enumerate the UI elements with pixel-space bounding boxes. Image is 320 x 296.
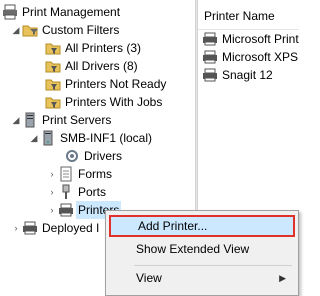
list-item[interactable]: Microsoft XPS I <box>202 48 299 66</box>
menu-separator <box>134 265 292 266</box>
tree-node-drivers[interactable]: Drivers <box>64 147 122 165</box>
list-item[interactable]: Microsoft Print <box>202 30 299 48</box>
drivers-icon <box>64 148 80 164</box>
tree-node-print-servers[interactable]: ◢ Print Servers <box>10 111 111 129</box>
menu-item-label: Show Extended View <box>136 242 250 256</box>
tree-node-printers-not-ready[interactable]: Printers Not Ready <box>45 75 166 93</box>
menu-item-view[interactable]: View ▶ <box>106 267 298 289</box>
expand-arrow-icon[interactable]: › <box>46 183 58 201</box>
collapse-arrow-icon[interactable]: ◢ <box>10 21 22 39</box>
printer-icon <box>58 202 74 218</box>
submenu-arrow-icon: ▶ <box>279 272 286 283</box>
tree-node-printers-with-jobs[interactable]: Printers With Jobs <box>45 93 162 111</box>
tree-node-label: SMB-INF1 (local) <box>60 131 153 145</box>
tree-node-label: Print Servers <box>42 113 112 127</box>
filter-folder-icon <box>45 94 61 110</box>
folder-filter-icon <box>22 22 38 38</box>
filter-folder-icon <box>45 58 61 74</box>
collapse-arrow-icon[interactable]: ◢ <box>10 111 22 129</box>
collapse-arrow-icon[interactable]: ◢ <box>28 129 40 147</box>
list-item[interactable]: Snagit 12 <box>202 66 273 84</box>
tree-node-label: Deployed I <box>42 221 100 235</box>
tree-node-label: Print Management <box>22 5 121 19</box>
filter-folder-icon <box>45 76 61 92</box>
tree-node-forms[interactable]: › Forms <box>46 165 112 183</box>
filter-folder-icon <box>45 40 61 56</box>
context-menu: Add Printer... Show Extended View View ▶ <box>105 210 299 296</box>
menu-item-label: View <box>136 271 162 285</box>
tree-node-custom-filters[interactable]: ◢ Custom Filters <box>10 21 120 39</box>
ports-icon <box>58 184 74 200</box>
expand-arrow-icon[interactable]: › <box>10 219 22 237</box>
printer-icon <box>202 67 218 83</box>
tree-node-label: Printers With Jobs <box>65 95 163 109</box>
tree-node-label: All Drivers (8) <box>65 59 138 73</box>
printer-name: Microsoft XPS I <box>222 50 299 64</box>
server-icon <box>40 130 56 146</box>
tree-node-label: All Printers (3) <box>65 41 142 55</box>
printer-icon <box>202 31 218 47</box>
printer-name: Microsoft Print <box>222 32 299 46</box>
tree-node-label: Custom Filters <box>42 23 120 37</box>
menu-item-add-printer[interactable]: Add Printer... <box>109 215 295 237</box>
tree-node-label: Ports <box>78 185 107 199</box>
tree-node-label: Forms <box>78 167 112 181</box>
menu-item-show-extended-view[interactable]: Show Extended View <box>106 238 298 260</box>
tree-node-label: Drivers <box>84 149 122 163</box>
forms-icon <box>58 166 74 182</box>
tree-node-all-drivers[interactable]: All Drivers (8) <box>45 57 138 75</box>
tree-node-ports[interactable]: › Ports <box>46 183 106 201</box>
tree-node-label: Printers Not Ready <box>65 77 167 91</box>
deployed-printers-icon <box>22 220 38 236</box>
tree-node-deployed-printers[interactable]: › Deployed I <box>10 219 100 237</box>
print-management-icon <box>2 4 18 20</box>
expand-arrow-icon[interactable]: › <box>46 201 58 219</box>
expand-arrow-icon[interactable]: › <box>46 165 58 183</box>
print-servers-icon <box>22 112 38 128</box>
column-header-printer-name[interactable]: Printer Name <box>198 0 299 30</box>
printer-name: Snagit 12 <box>222 68 273 82</box>
tree-node-all-printers[interactable]: All Printers (3) <box>45 39 141 57</box>
printer-icon <box>202 49 218 65</box>
tree-node-print-management[interactable]: Print Management <box>2 3 120 21</box>
menu-item-label: Add Printer... <box>138 219 208 233</box>
tree-node-server[interactable]: ◢ SMB-INF1 (local) <box>28 129 152 147</box>
